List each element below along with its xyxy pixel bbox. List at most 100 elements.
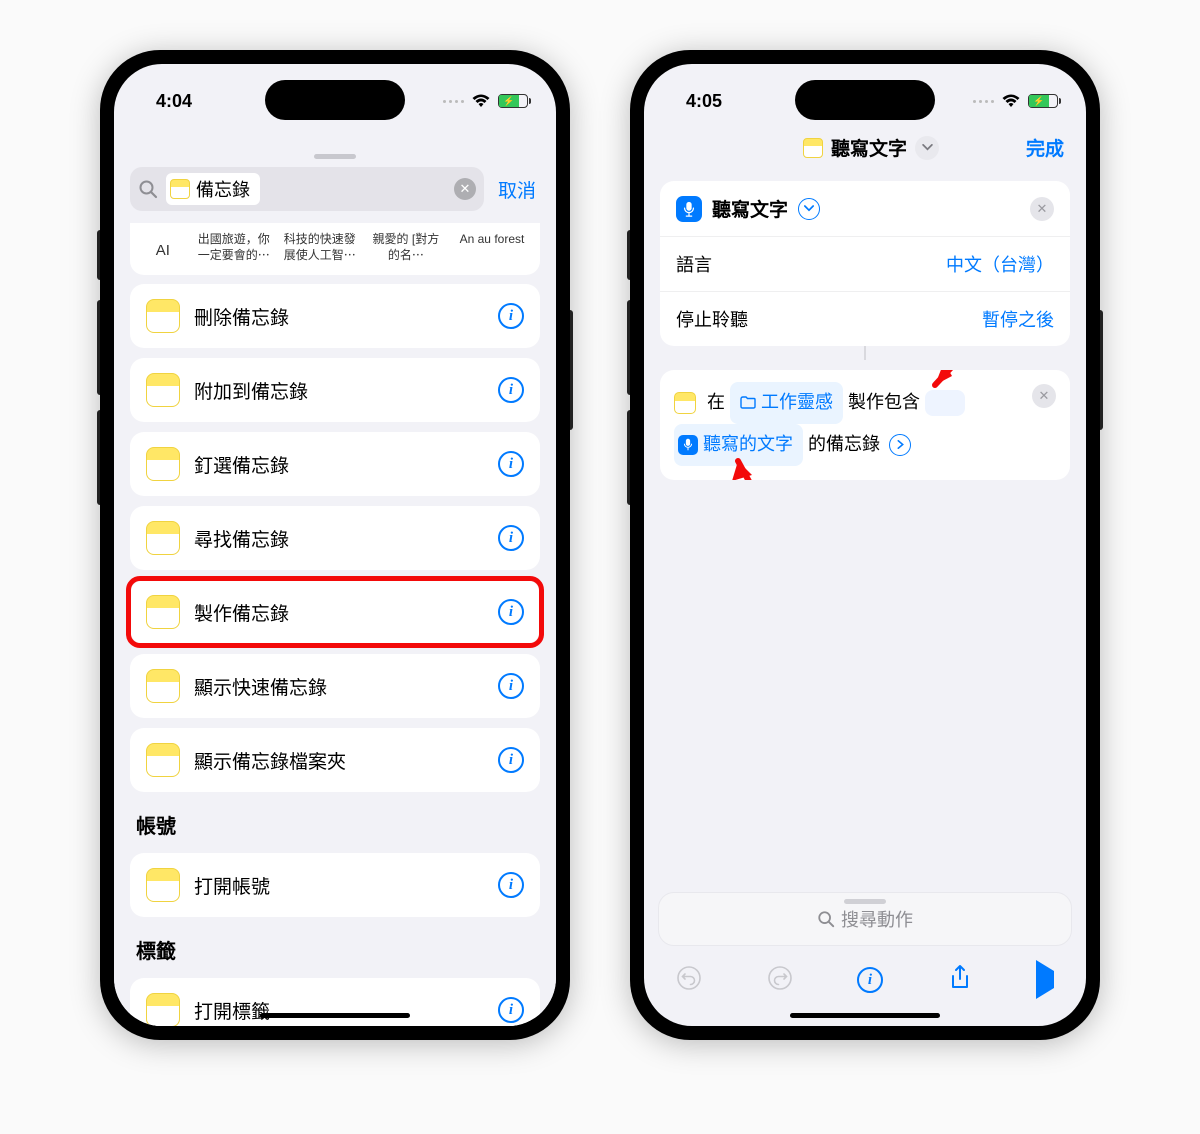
suggestion-item[interactable]: AI — [140, 231, 186, 263]
language-row[interactable]: 語言 中文（台灣） — [660, 237, 1070, 292]
action-label: 刪除備忘錄 — [194, 303, 289, 330]
clock: 4:04 — [156, 91, 192, 112]
row-label: 語言 — [676, 251, 712, 277]
variable-label: 聽寫的文字 — [703, 426, 793, 464]
action-label: 附加到備忘錄 — [194, 377, 308, 404]
screen-right: 4:05 ⚡ 聽寫文字 完成 聽 — [644, 64, 1086, 1026]
phone-left: 4:04 ⚡ 備忘錄 ✕ 取消 AI — [100, 50, 570, 1040]
shortcut-title-text: 聽寫文字 — [831, 134, 907, 161]
action-sentence[interactable]: 在 工作靈感 製作包含 ✕ 聽寫的文字 的備忘錄 — [660, 370, 1070, 480]
notes-app-icon — [146, 993, 180, 1026]
wifi-icon — [1001, 94, 1021, 108]
variable-token-dictated[interactable]: 聽寫的文字 — [674, 424, 803, 466]
action-label: 打開帳號 — [194, 872, 270, 899]
suggestion-item[interactable]: 科技的快速發展使人工智⋯ — [282, 231, 358, 263]
info-icon[interactable]: i — [498, 747, 524, 773]
notes-app-icon — [146, 521, 180, 555]
search-icon — [817, 910, 835, 928]
suggestion-item[interactable]: 出國旅遊，你一定要會的⋯ — [196, 231, 272, 263]
section-header-tags: 標籤 — [114, 917, 556, 968]
suggestion-item[interactable]: An au forest — [454, 231, 530, 263]
action-show-quick-note[interactable]: 顯示快速備忘錄 i — [130, 654, 540, 718]
info-icon[interactable]: i — [498, 599, 524, 625]
action-label: 顯示備忘錄檔案夾 — [194, 747, 346, 774]
undo-button[interactable] — [676, 965, 702, 996]
info-icon[interactable]: i — [498, 997, 524, 1023]
folder-icon — [740, 396, 756, 409]
search-app-chip[interactable]: 備忘錄 — [166, 173, 260, 205]
notes-app-icon — [146, 373, 180, 407]
search-sheet: 備忘錄 ✕ 取消 AI 出國旅遊，你一定要會的⋯ 科技的快速發展使人工智⋯ 親愛… — [114, 142, 556, 1026]
action-find-note[interactable]: 尋找備忘錄 i — [130, 506, 540, 570]
stop-listening-row[interactable]: 停止聆聽 暫停之後 — [660, 292, 1070, 346]
info-icon[interactable]: i — [498, 673, 524, 699]
shortcut-title[interactable]: 聽寫文字 — [803, 134, 939, 161]
action-open-tag[interactable]: 打開標籤 i — [130, 978, 540, 1026]
info-icon[interactable]: i — [498, 377, 524, 403]
expand-action-button[interactable] — [889, 434, 911, 456]
card-header-row[interactable]: 聽寫文字 ✕ — [660, 181, 1070, 237]
info-icon[interactable]: i — [498, 872, 524, 898]
run-button[interactable] — [1036, 971, 1054, 989]
play-icon — [1036, 960, 1054, 999]
row-value[interactable]: 中文（台灣） — [946, 251, 1054, 277]
suggestion-item[interactable]: 親愛的 [對方的名⋯ — [368, 231, 444, 263]
action-label: 釘選備忘錄 — [194, 451, 289, 478]
battery-icon: ⚡ — [498, 94, 528, 108]
share-button[interactable] — [948, 964, 972, 997]
row-value[interactable]: 暫停之後 — [982, 306, 1054, 332]
action-connector — [864, 346, 866, 360]
action-label: 打開標籤 — [194, 997, 270, 1024]
action-delete-note[interactable]: 刪除備忘錄 i — [130, 284, 540, 348]
chevron-down-icon[interactable] — [798, 198, 820, 220]
remove-action-button[interactable]: ✕ — [1030, 197, 1054, 221]
action-label: 尋找備忘錄 — [194, 525, 289, 552]
wifi-icon — [471, 94, 491, 108]
redo-button[interactable] — [767, 965, 793, 996]
action-open-account[interactable]: 打開帳號 i — [130, 853, 540, 917]
done-button[interactable]: 完成 — [1026, 134, 1064, 161]
home-indicator[interactable] — [260, 1013, 410, 1018]
text: 製作包含 — [848, 392, 920, 412]
search-actions-bar[interactable]: 搜尋動作 — [658, 892, 1072, 946]
action-pin-note[interactable]: 釘選備忘錄 i — [130, 432, 540, 496]
phone-right: 4:05 ⚡ 聽寫文字 完成 聽 — [630, 50, 1100, 1040]
action-create-note[interactable]: 製作備忘錄 i — [130, 580, 540, 644]
notes-app-icon — [146, 299, 180, 333]
remove-action-button[interactable]: ✕ — [1032, 384, 1056, 408]
info-icon[interactable]: i — [498, 451, 524, 477]
signal-dots-icon — [443, 100, 464, 103]
info-icon[interactable]: i — [498, 303, 524, 329]
microphone-icon — [678, 435, 698, 455]
folder-token[interactable]: 工作靈感 — [730, 382, 843, 424]
action-show-note-folder[interactable]: 顯示備忘錄檔案夾 i — [130, 728, 540, 792]
search-query-text: 備忘錄 — [196, 176, 250, 202]
search-icon — [138, 179, 158, 199]
notes-app-icon — [674, 392, 696, 414]
action-append-note[interactable]: 附加到備忘錄 i — [130, 358, 540, 422]
home-indicator[interactable] — [790, 1013, 940, 1018]
sheet-grabber[interactable] — [844, 899, 886, 904]
notes-app-icon — [146, 447, 180, 481]
create-note-action-card: 在 工作靈感 製作包含 ✕ 聽寫的文字 的備忘錄 — [660, 370, 1070, 480]
clear-search-button[interactable]: ✕ — [454, 178, 476, 200]
signal-dots-icon — [973, 100, 994, 103]
section-header-accounts: 帳號 — [114, 792, 556, 843]
sheet-grabber[interactable] — [314, 154, 356, 159]
info-button[interactable]: i — [857, 967, 883, 993]
chevron-down-icon[interactable] — [915, 136, 939, 160]
folder-name: 工作靈感 — [761, 384, 833, 422]
notes-app-icon — [170, 179, 190, 199]
info-icon[interactable]: i — [498, 525, 524, 551]
screen-left: 4:04 ⚡ 備忘錄 ✕ 取消 AI — [114, 64, 556, 1026]
nav-bar: 聽寫文字 完成 — [644, 122, 1086, 171]
empty-variable-slot[interactable] — [925, 390, 965, 416]
notes-app-icon — [803, 138, 823, 158]
action-label: 顯示快速備忘錄 — [194, 673, 327, 700]
search-actions-placeholder: 搜尋動作 — [841, 906, 913, 932]
cancel-button[interactable]: 取消 — [498, 176, 536, 203]
search-input[interactable]: 備忘錄 ✕ — [130, 167, 484, 211]
dictate-action-card: 聽寫文字 ✕ 語言 中文（台灣） 停止聆聽 暫停之後 — [660, 181, 1070, 346]
notes-app-icon — [146, 868, 180, 902]
battery-icon: ⚡ — [1028, 94, 1058, 108]
